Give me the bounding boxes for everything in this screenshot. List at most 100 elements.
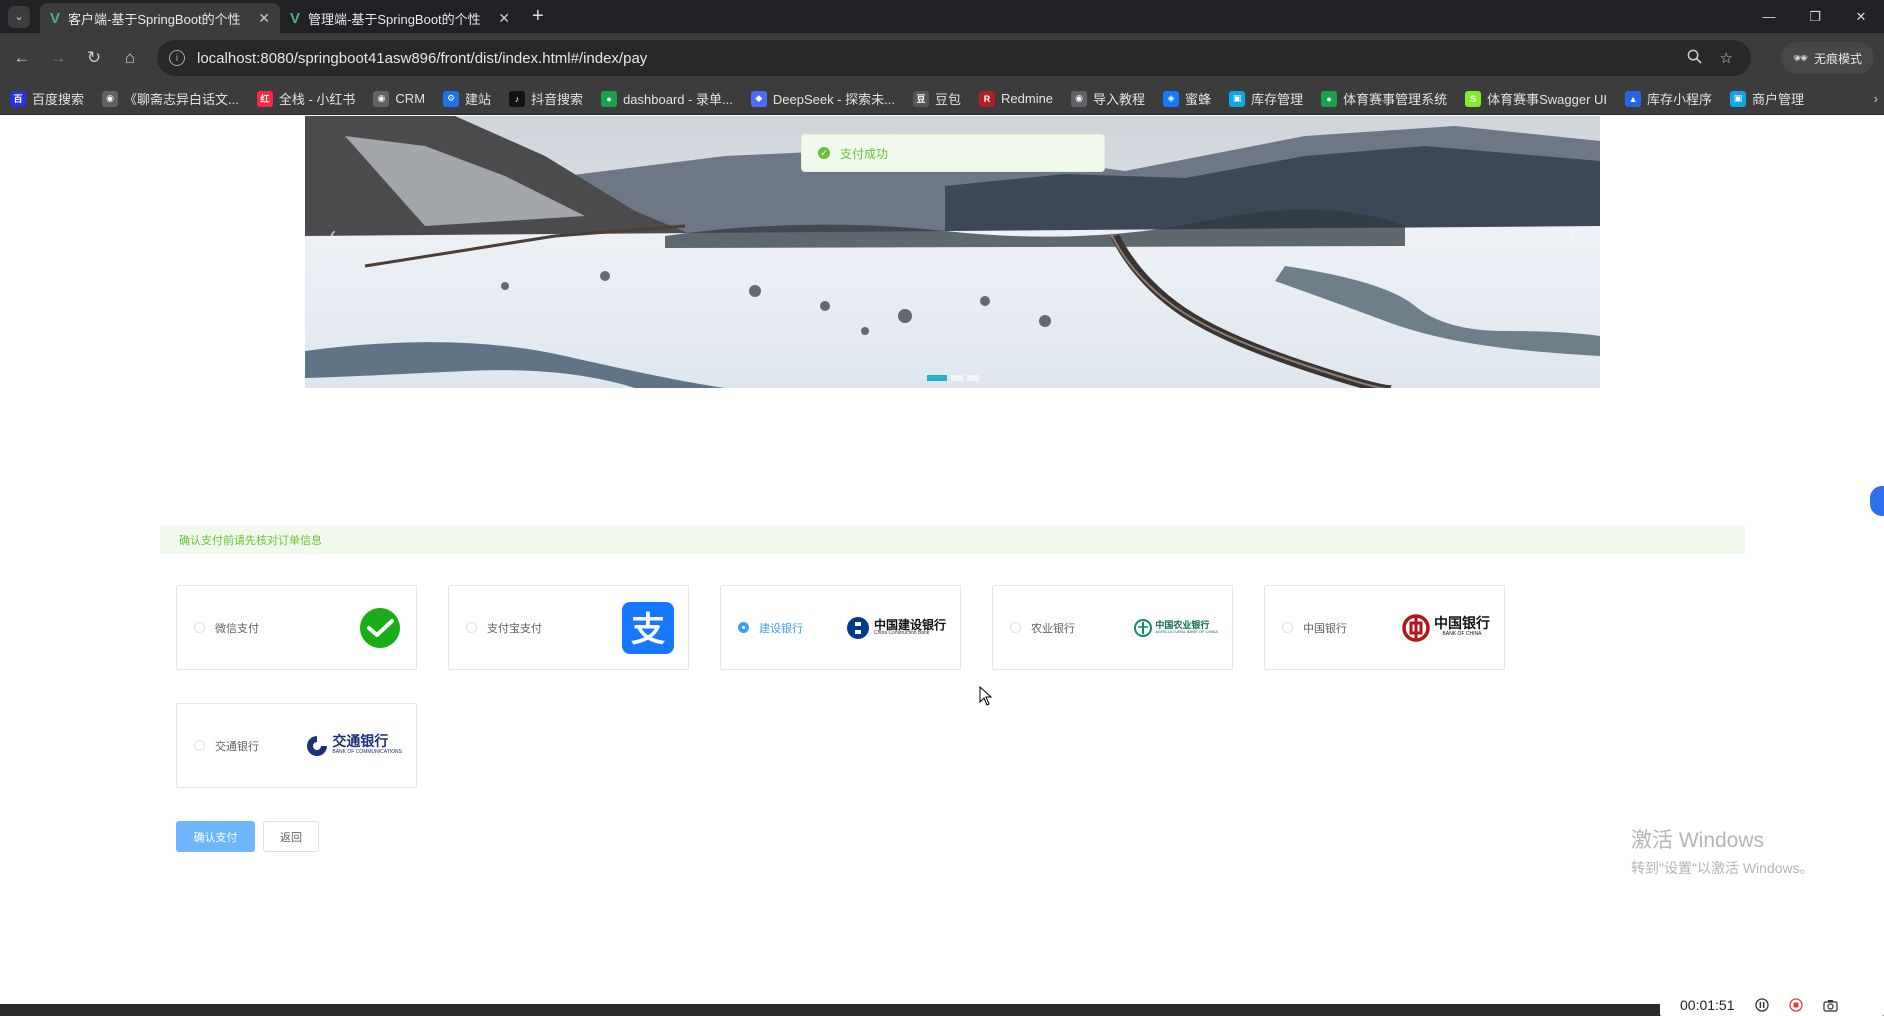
page-viewport: ‹ › ✓ 支付成功 确认支付前请先核对订单信息 微信支付 支付宝支付 支 建设… [0,116,1884,1004]
payment-option-ccb[interactable]: 建设银行 中国建设银行 China Construction Bank [720,585,961,670]
bookmark-item[interactable]: 豆豆包 [913,89,961,108]
leaf-icon: ● [601,90,618,107]
bookmark-label: 导入教程 [1093,92,1146,107]
browser-tab-client[interactable]: V 客户端-基于SpringBoot的个性 ✕ [40,3,280,33]
bookmark-item[interactable]: S 体育赛事Swagger UI [1465,89,1607,108]
bookmark-item[interactable]: ● 体育赛事管理系统 [1321,89,1447,108]
bookmark-item[interactable]: ▲ 库存小程序 [1625,89,1712,108]
payment-label: 交通银行 [215,740,259,753]
close-window-icon[interactable]: ✕ [1838,0,1884,33]
radio-button[interactable] [194,740,205,751]
svg-text:支: 支 [631,610,665,650]
recorder-time: 00:01:51 [1680,997,1735,1013]
doubao-icon: 豆 [913,90,929,107]
bookmarks-overflow-icon[interactable]: › [1874,91,1878,106]
boc-logo-subtext: BANK OF CHINA [1442,631,1482,638]
ccb-logo-text: 中国建设银行 [873,618,946,632]
confirm-pay-button[interactable]: 确认支付 [176,821,255,852]
close-tab-icon[interactable]: ✕ [498,10,510,27]
radio-button[interactable] [466,622,477,633]
toast-message: 支付成功 [840,146,889,161]
bookmark-item[interactable]: 百百度搜索 [10,89,84,108]
carousel-indicator[interactable] [967,375,979,381]
browser-tab-admin[interactable]: V 管理端-基于SpringBoot的个性 ✕ [280,3,520,33]
radio-button[interactable] [1010,622,1021,633]
triangle-icon: ▲ [1625,90,1642,107]
vue-logo-icon: V [290,9,301,27]
zoom-icon[interactable] [1687,49,1702,68]
carousel-indicators [927,375,979,381]
radio-button[interactable] [738,622,749,633]
bookmark-label: 库存管理 [1251,92,1304,107]
carousel-indicator[interactable] [951,375,963,381]
bocom-logo-text: 交通银行 [332,734,389,751]
redmine-icon: R [979,90,996,107]
deepseek-icon: ◆ [750,90,767,107]
minimize-icon[interactable]: — [1746,0,1792,33]
bookmark-label: DeepSeek - 探索未... [772,92,895,107]
bookmark-item[interactable]: R Redmine [979,90,1054,107]
bookmark-item[interactable]: ◉ 《聊斋志异白话文... [102,89,239,108]
wechat-pay-logo [358,607,402,648]
payment-label: 中国银行 [1303,622,1347,635]
carousel-prev-icon[interactable]: ‹ [315,216,351,252]
mouse-cursor-icon [979,686,993,706]
payment-option-boc[interactable]: 中国银行 中国银行 BANK OF CHINA [1264,585,1505,670]
url-text[interactable]: localhost:8080/springboot41asw896/front/… [197,50,1687,67]
incognito-badge[interactable]: 🕶 无痕模式 [1780,42,1874,74]
watermark-subtitle: 转到"设置"以激活 Windows。 [1631,860,1814,876]
site-info-icon[interactable]: i [169,50,185,66]
bookmark-label: 蜜蜂 [1185,92,1212,107]
back-button[interactable]: 返回 [263,821,319,852]
payment-option-bocom[interactable]: 交通银行 交通银行 BANK OF COMMUNICATIONS [176,703,417,788]
tab-search-chevron-icon[interactable]: ⌄ [8,5,30,28]
stop-record-icon[interactable] [1788,998,1803,1012]
radio-button[interactable] [1282,622,1293,633]
bookmark-item[interactable]: ◉ 导入教程 [1071,89,1145,108]
bookmark-star-icon[interactable]: ☆ [1720,49,1733,67]
forward-arrow-icon[interactable]: → [40,48,76,68]
taskbar-strip [0,1004,1884,1016]
payment-option-wechat[interactable]: 微信支付 [176,585,417,670]
bookmark-item[interactable]: ♪ 抖音搜索 [509,89,583,108]
bookmark-item[interactable]: ◉ CRM [373,90,425,107]
abc-logo-subtext: AGRICULTURAL BANK OF CHINA [1155,629,1218,634]
leaf-icon: ● [1321,90,1338,107]
app-icon: ▣ [1730,90,1747,107]
bookmark-item[interactable]: ◆ DeepSeek - 探索未... [750,89,895,108]
bocom-logo-subtext: BANK OF COMMUNICATIONS [332,749,402,756]
browser-tab-bar: ⌄ V 客户端-基于SpringBoot的个性 ✕ V 管理端-基于Spring… [0,0,1884,33]
back-arrow-icon[interactable]: ← [4,48,40,68]
bookmark-label: 体育赛事Swagger UI [1487,92,1608,107]
browser-toolbar: ← → ↻ ⌂ i localhost:8080/springboot41asw… [0,33,1884,83]
globe-icon: ◉ [373,90,390,107]
new-tab-icon[interactable]: + [532,5,544,28]
reload-icon[interactable]: ↻ [76,48,112,68]
vue-logo-icon: V [50,9,61,27]
floating-side-widget[interactable] [1870,486,1884,516]
ccb-logo: 中国建设银行 China Construction Bank [846,616,946,640]
carousel-next-icon[interactable]: › [1554,216,1590,252]
bookmark-label: Redmine [1001,91,1054,106]
camera-icon[interactable] [1822,999,1838,1012]
bookmark-item[interactable]: ▣ 商户管理 [1730,89,1804,108]
address-bar[interactable]: i localhost:8080/springboot41asw896/fron… [157,40,1751,76]
bookmark-item[interactable]: ● dashboard - 录单... [601,89,733,108]
restore-icon[interactable]: ❐ [1792,0,1838,33]
bookmark-item[interactable]: 红全栈 - 小红书 [256,89,355,108]
home-icon[interactable]: ⌂ [112,48,148,68]
boc-logo: 中国银行 BANK OF CHINA [1402,613,1490,642]
bookmark-item[interactable]: ◈ 蜜蜂 [1163,89,1211,108]
payment-option-alipay[interactable]: 支付宝支付 支 [448,585,689,670]
pause-icon[interactable] [1754,998,1769,1012]
gear-icon: ⚙ [443,90,460,107]
bookmark-item[interactable]: ▣ 库存管理 [1229,89,1303,108]
carousel-indicator[interactable] [927,375,947,381]
bookmark-label: 体育赛事管理系统 [1343,92,1448,107]
radio-button[interactable] [194,622,205,633]
close-tab-icon[interactable]: ✕ [258,10,270,27]
bookmark-item[interactable]: ⚙ 建站 [443,89,491,108]
abc-logo: 中国农业银行 AGRICULTURAL BANK OF CHINA [1134,618,1218,637]
bocom-logo: 交通银行 BANK OF COMMUNICATIONS [305,734,402,758]
payment-option-abc[interactable]: 农业银行 中国农业银行 AGRICULTURAL BANK OF CHINA [992,585,1233,670]
